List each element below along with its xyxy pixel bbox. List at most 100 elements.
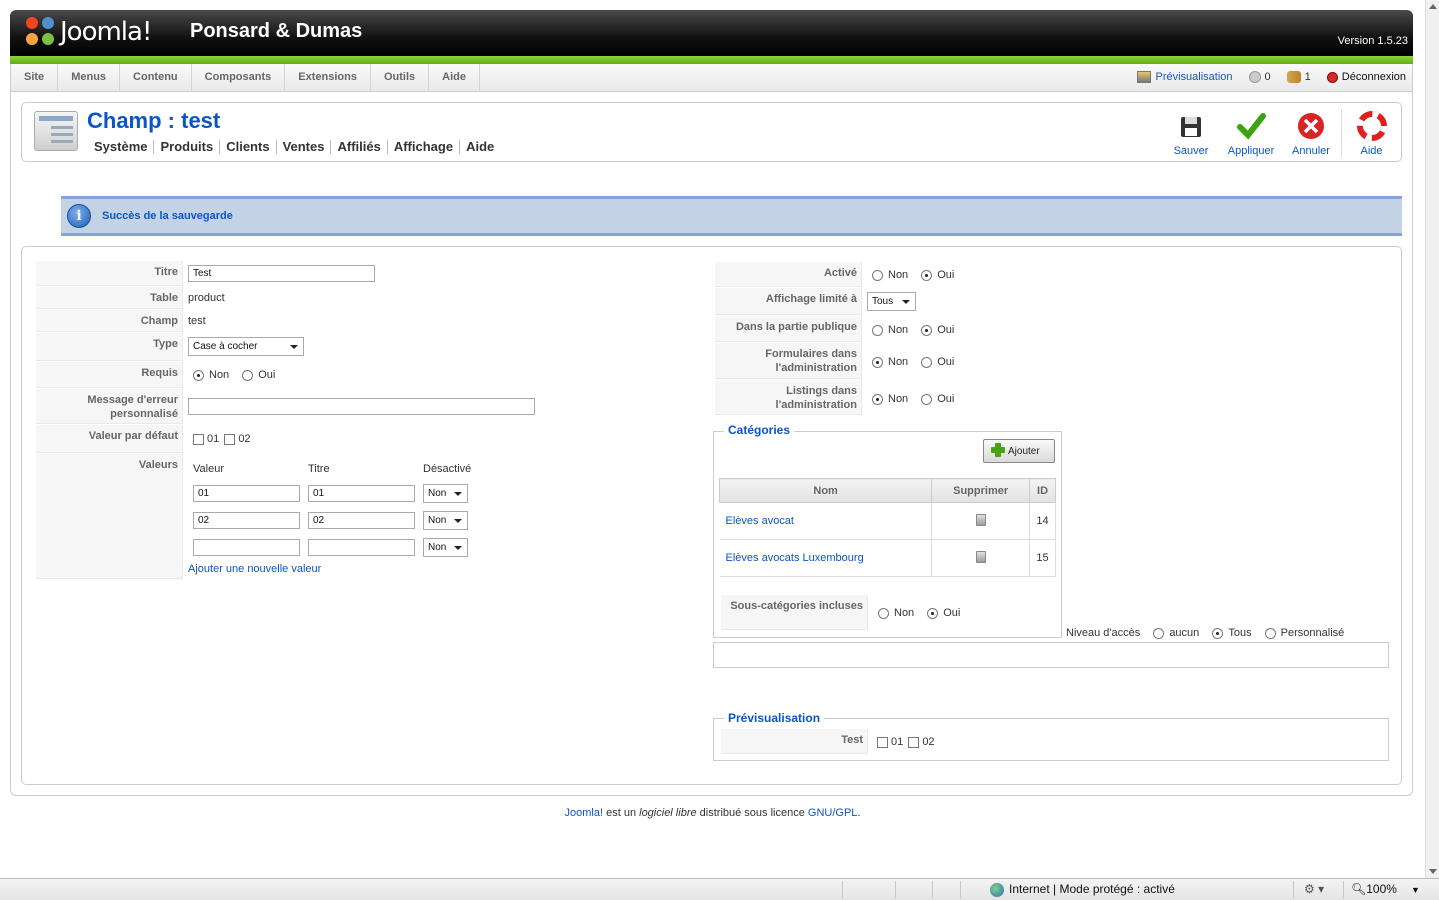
public-non-radio[interactable] [872,324,883,336]
titre-input-2[interactable] [308,512,415,529]
add-category-button[interactable]: Ajouter [983,439,1055,463]
preview-link[interactable]: Prévisualisation [1137,64,1233,91]
trash-icon[interactable] [975,550,986,563]
site-name: Ponsard & Dumas [190,20,363,42]
listings-oui-radio[interactable] [921,393,933,405]
defaut-01-checkbox[interactable] [193,433,204,445]
main-menubar: Site Menus Contenu Composants Extensions… [10,64,1413,92]
defaut-02-checkbox[interactable] [224,433,236,445]
scroll-down-icon[interactable] [1429,869,1437,874]
users-indicator[interactable]: 1 [1286,64,1311,91]
valeurs-label: Valeurs [36,454,183,579]
category-id: 15 [1029,539,1056,577]
lifebuoy-icon [1356,111,1387,141]
submenu-affilies[interactable]: Affiliés [330,140,386,154]
chevron-down-icon [454,546,462,550]
active-oui-radio[interactable] [921,269,933,281]
requis-label: Requis [36,362,183,388]
submenu-produits[interactable]: Produits [153,140,219,154]
niveau-personnalise-radio[interactable] [1264,627,1276,639]
active-radio-group: Non Oui [872,269,964,281]
scroll-up-icon[interactable] [1429,4,1437,9]
active-non-radio[interactable] [872,269,883,281]
gpl-link[interactable]: GNU/GPL [808,807,858,819]
niveau-radio-group: Niveau d'accès aucun Tous Personnalisé [1066,627,1345,640]
header-green-bar [10,56,1413,64]
version-label: Version 1.5.23 [1337,35,1408,47]
champ-value: test [188,315,206,327]
joomla-link[interactable]: Joomla! [565,807,604,819]
listings-non-radio[interactable] [872,393,883,405]
table-header-row: Nom Supprimer ID [718,478,1056,503]
desactive-select-1[interactable]: Non [423,484,468,503]
message-input[interactable] [188,398,535,415]
submenu-ventes[interactable]: Ventes [275,140,331,154]
save-button[interactable]: Sauver [1161,109,1221,157]
logout-link[interactable]: Déconnexion [1326,64,1406,91]
valeur-input-1[interactable] [193,485,300,502]
zone-indicator: Internet | Mode protégé : activé [990,882,1175,897]
chevron-down-icon [454,519,462,523]
desactive-select-2[interactable]: Non [423,511,468,530]
submenu-affichage[interactable]: Affichage [386,140,459,154]
cancel-button[interactable]: Annuler [1281,109,1341,157]
public-oui-radio[interactable] [921,324,933,336]
apply-button[interactable]: Appliquer [1221,109,1281,157]
submenu-clients[interactable]: Clients [219,140,275,154]
requis-oui-radio[interactable] [242,369,254,381]
menu-extensions[interactable]: Extensions [285,64,371,91]
titre-input-3[interactable] [308,539,415,556]
vertical-scrollbar[interactable] [1425,0,1439,878]
menu-menus[interactable]: Menus [58,64,121,91]
niveau-tous-radio[interactable] [1212,627,1224,639]
category-link[interactable]: Elèves avocats Luxembourg [726,552,864,564]
menu-composants[interactable]: Composants [192,64,286,91]
cancel-icon [1296,111,1326,141]
success-message: i Succès de la sauvegarde [61,196,1402,236]
menu-contenu[interactable]: Contenu [120,64,192,91]
categories-table: Nom Supprimer ID Elèves avocat 14 Elèves… [718,478,1056,577]
niveau-aucun-radio[interactable] [1153,627,1165,639]
categories-legend: Catégories [724,423,795,437]
help-button[interactable]: Aide [1341,109,1401,157]
champ-label: Champ [36,310,183,332]
col-nom-header: Nom [718,478,933,503]
category-link[interactable]: Elèves avocat [726,515,794,527]
titre-input[interactable] [188,265,375,282]
souscat-non-radio[interactable] [878,607,889,619]
menu-site[interactable]: Site [11,64,59,91]
valeur-input-2[interactable] [193,512,300,529]
preview-02-checkbox[interactable] [908,736,920,748]
col-supprimer-header: Supprimer [931,478,1031,503]
users-icon [1286,71,1301,84]
browser-page: Joomla! Ponsard & Dumas Version 1.5.23 S… [0,0,1425,878]
titre-input-1[interactable] [308,485,415,502]
messages-icon [1248,71,1261,84]
add-value-link[interactable]: Ajouter une nouvelle valeur [188,563,321,575]
category-id: 14 [1029,502,1056,540]
type-select[interactable]: Case à cocher [188,337,304,356]
message-label: Message d'erreur personnalisé [36,389,183,424]
globe-icon [990,882,1004,897]
formulaires-radio-group: Non Oui [872,356,964,368]
trash-icon[interactable] [975,513,986,526]
messages-indicator[interactable]: 0 [1248,64,1271,91]
menu-aide[interactable]: Aide [429,64,480,91]
valeur-input-3[interactable] [193,539,300,556]
action-toolbar: Sauver Appliquer Annuler Aide [1161,109,1401,157]
formulaires-non-radio[interactable] [872,356,883,368]
plus-icon [990,442,1006,458]
desactive-select-3[interactable]: Non [423,538,468,557]
requis-radio-group: Non Oui [193,369,285,381]
security-icon[interactable]: ⚙ ▾ [1304,882,1324,896]
souscat-oui-radio[interactable] [927,607,939,619]
submenu-systeme[interactable]: Système [88,140,153,154]
preview-01-checkbox[interactable] [877,736,888,748]
col-valeur-header: Valeur [193,463,224,475]
zoom-control[interactable]: 🔍︎100% ▼ [1351,882,1420,896]
affichage-select[interactable]: Tous [867,292,916,311]
formulaires-oui-radio[interactable] [921,356,933,368]
requis-non-radio[interactable] [193,369,204,381]
submenu-aide[interactable]: Aide [459,140,500,154]
menu-outils[interactable]: Outils [371,64,430,91]
